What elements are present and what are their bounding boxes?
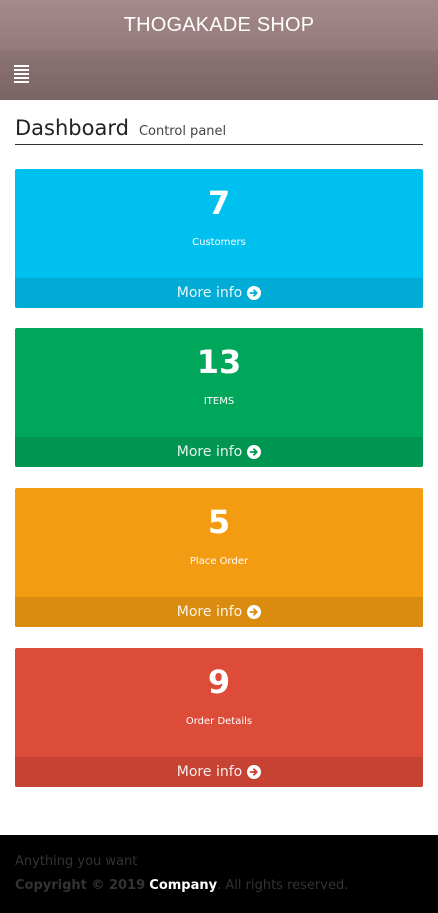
more-info-label: More info: [176, 285, 243, 301]
brand-title[interactable]: THOGAKADE SHOP: [124, 14, 315, 37]
hamburger-bar: [14, 73, 29, 75]
navbar: [0, 50, 438, 100]
customers-label: Customers: [192, 237, 246, 248]
hamburger-bar: [14, 65, 29, 67]
customers-more-info-link[interactable]: More info: [15, 278, 423, 308]
menu-toggle-button[interactable]: [14, 64, 30, 84]
place-order-more-info-link[interactable]: More info: [15, 597, 423, 627]
order-details-more-info-link[interactable]: More info: [15, 757, 423, 787]
order-details-count: 9: [207, 663, 231, 701]
items-count: 13: [196, 343, 242, 381]
arrow-circle-right-icon: [247, 765, 262, 779]
footer-copyright: Copyright © 2019 Company. All rights res…: [15, 878, 348, 893]
hamburger-bar: [14, 69, 29, 71]
app-header: THOGAKADE SHOP: [0, 0, 438, 50]
more-info-label: More info: [176, 764, 243, 780]
more-info-label: More info: [176, 444, 243, 460]
content-header: Dashboard Control panel: [15, 116, 423, 145]
page-footer: Anything you want Copyright © 2019 Compa…: [0, 835, 438, 913]
arrow-circle-right-icon: [247, 445, 262, 459]
place-order-count: 5: [207, 503, 231, 541]
box-inner: 7 Customers: [15, 169, 423, 278]
place-order-label: Place Order: [189, 556, 249, 567]
hamburger-bar: [14, 77, 29, 79]
footer-tagline: Anything you want: [15, 854, 138, 869]
box-inner: 9 Order Details: [15, 648, 423, 757]
customers-count: 7: [207, 184, 231, 222]
items-label: ITEMS: [203, 396, 235, 407]
order-details-box: 9 Order Details More info: [15, 648, 423, 787]
order-details-label: Order Details: [185, 716, 253, 727]
copyright-text: Copyright © 2019: [15, 878, 146, 893]
arrow-circle-right-icon: [247, 286, 262, 300]
arrow-circle-right-icon: [247, 605, 262, 619]
hamburger-bar: [14, 81, 29, 83]
company-link[interactable]: Company: [149, 878, 217, 893]
page-subtitle: Control panel: [138, 124, 227, 139]
box-inner: 5 Place Order: [15, 488, 423, 597]
box-inner: 13 ITEMS: [15, 328, 423, 437]
items-more-info-link[interactable]: More info: [15, 437, 423, 467]
items-box: 13 ITEMS More info: [15, 328, 423, 467]
more-info-label: More info: [176, 604, 243, 620]
rights-text: . All rights reserved.: [217, 878, 349, 893]
customers-box: 7 Customers More info: [15, 169, 423, 308]
page-title: Dashboard: [15, 116, 129, 140]
place-order-box: 5 Place Order More info: [15, 488, 423, 627]
